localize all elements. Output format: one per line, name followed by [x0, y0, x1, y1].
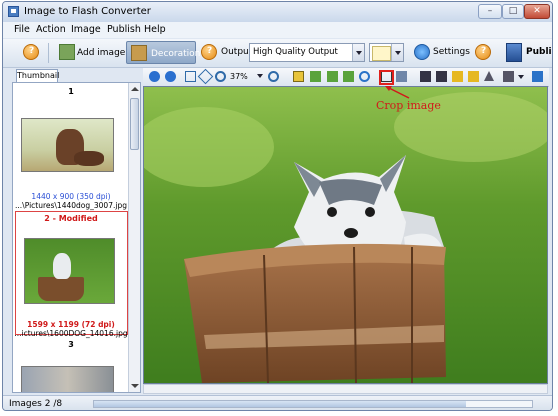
- menu-publish[interactable]: Publish: [107, 24, 141, 35]
- maximize-button[interactable]: □: [502, 4, 524, 19]
- crop-image-annotation: Crop image: [376, 99, 441, 112]
- publish-icon[interactable]: [506, 43, 522, 62]
- thumb-number-modified: 2 - Modified: [44, 214, 98, 223]
- thumbnail-image[interactable]: [21, 118, 114, 172]
- app-window: Image to Flash Converter – □ ✕ File Acti…: [2, 1, 553, 411]
- viewer-toolbar: 37%: [143, 68, 549, 87]
- puppy-photo: [144, 87, 547, 383]
- menu-file[interactable]: File: [14, 24, 30, 35]
- flip-horizontal-icon[interactable]: [293, 71, 304, 82]
- flip-vertical-icon[interactable]: [310, 71, 321, 82]
- progress-bar: [93, 400, 533, 408]
- output-select-value: High Quality Output: [253, 47, 338, 57]
- add-image-button[interactable]: Add image: [77, 48, 125, 58]
- decoration-button[interactable]: Decoration: [126, 41, 200, 64]
- zoom-level[interactable]: 37%: [230, 72, 248, 81]
- toolbar-separator: [48, 43, 49, 63]
- color-swatch: [372, 46, 391, 61]
- progress-fill: [94, 401, 467, 407]
- settings-button[interactable]: Settings: [433, 47, 470, 57]
- thumb-path: ...ictures\1600DOG_14016.jpg: [14, 329, 128, 338]
- menu-bar: File Action Image Publish Help: [3, 22, 552, 38]
- image-count: Images 2 /8: [9, 399, 63, 409]
- panel-tabs: Thumbnail: [12, 69, 142, 82]
- color-picker[interactable]: [369, 43, 404, 62]
- previous-icon[interactable]: [149, 71, 160, 82]
- image-viewer[interactable]: [143, 86, 548, 384]
- mirror-icon[interactable]: [327, 71, 338, 82]
- zoom-dropdown-icon[interactable]: [257, 74, 263, 78]
- scrollbar-thumb[interactable]: [130, 98, 139, 150]
- chevron-down-icon[interactable]: [352, 44, 364, 61]
- viewer-hscrollbar[interactable]: [143, 384, 548, 394]
- bucket-shape: [38, 277, 84, 301]
- zoom-in-icon[interactable]: [215, 71, 226, 82]
- effect-icon[interactable]: [420, 71, 431, 82]
- brightness-icon[interactable]: [452, 71, 463, 82]
- decoration-label: Decoration: [151, 49, 201, 59]
- close-button[interactable]: ✕: [524, 4, 550, 19]
- output-select[interactable]: High Quality Output: [249, 43, 365, 62]
- annotation-arrow: [385, 86, 410, 99]
- publish-button[interactable]: Publis: [526, 47, 552, 57]
- title-bar: Image to Flash Converter – □ ✕: [3, 2, 552, 22]
- thumb-path: ...\Pictures\1440dog_3007.jpg: [15, 201, 127, 210]
- window-title: Image to Flash Converter: [24, 6, 151, 17]
- puppy-figure: [53, 253, 71, 279]
- rotate-left-icon[interactable]: [359, 71, 370, 82]
- crop-highlight: [379, 70, 394, 85]
- layout-dropdown-icon[interactable]: [518, 75, 524, 79]
- scroll-up-icon[interactable]: [131, 87, 139, 91]
- text-icon[interactable]: [484, 71, 494, 81]
- zoom-out-icon[interactable]: [268, 71, 279, 82]
- next-icon[interactable]: [165, 71, 176, 82]
- menu-help[interactable]: Help: [144, 24, 166, 35]
- thumbnail-image[interactable]: [24, 238, 115, 304]
- menu-image[interactable]: Image: [71, 24, 101, 35]
- thumb-number: 1: [68, 87, 74, 96]
- actual-size-icon[interactable]: [197, 68, 214, 85]
- tab-thumbnail[interactable]: Thumbnail: [16, 69, 59, 82]
- contrast-icon[interactable]: [436, 71, 447, 82]
- fit-screen-icon[interactable]: [185, 71, 196, 82]
- decoration-icon: [131, 45, 147, 61]
- thumbnail-image[interactable]: [21, 366, 114, 392]
- move-icon[interactable]: [343, 71, 354, 82]
- thumbnail-panel: 1 1440 x 900 (350 dpi) ...\Pictures\1440…: [12, 82, 141, 393]
- main-toolbar: Add image Decoration Output: High Qualit…: [3, 39, 552, 68]
- dog-body: [74, 151, 104, 166]
- help-icon[interactable]: [23, 44, 39, 60]
- chevron-down-icon[interactable]: [391, 44, 403, 61]
- minimize-button[interactable]: –: [478, 4, 502, 19]
- menu-action[interactable]: Action: [36, 24, 66, 35]
- status-bar: Images 2 /8: [3, 395, 552, 410]
- add-image-icon[interactable]: [59, 44, 75, 60]
- layout-icon[interactable]: [503, 71, 514, 82]
- settings-icon[interactable]: [414, 44, 430, 60]
- settings-help-icon[interactable]: [475, 44, 491, 60]
- scroll-down-icon[interactable]: [131, 384, 139, 388]
- sharpen-icon[interactable]: [468, 71, 479, 82]
- app-icon: [8, 6, 19, 17]
- more-icon[interactable]: [532, 71, 543, 82]
- output-help-icon[interactable]: [201, 44, 217, 60]
- resize-icon[interactable]: [396, 71, 407, 82]
- thumb-number: 3: [68, 340, 74, 349]
- thumbnail-scrollbar[interactable]: [128, 83, 140, 392]
- thumb-dimensions: 1440 x 900 (350 dpi): [31, 192, 111, 201]
- thumb-dimensions: 1599 x 1199 (72 dpi): [27, 320, 115, 329]
